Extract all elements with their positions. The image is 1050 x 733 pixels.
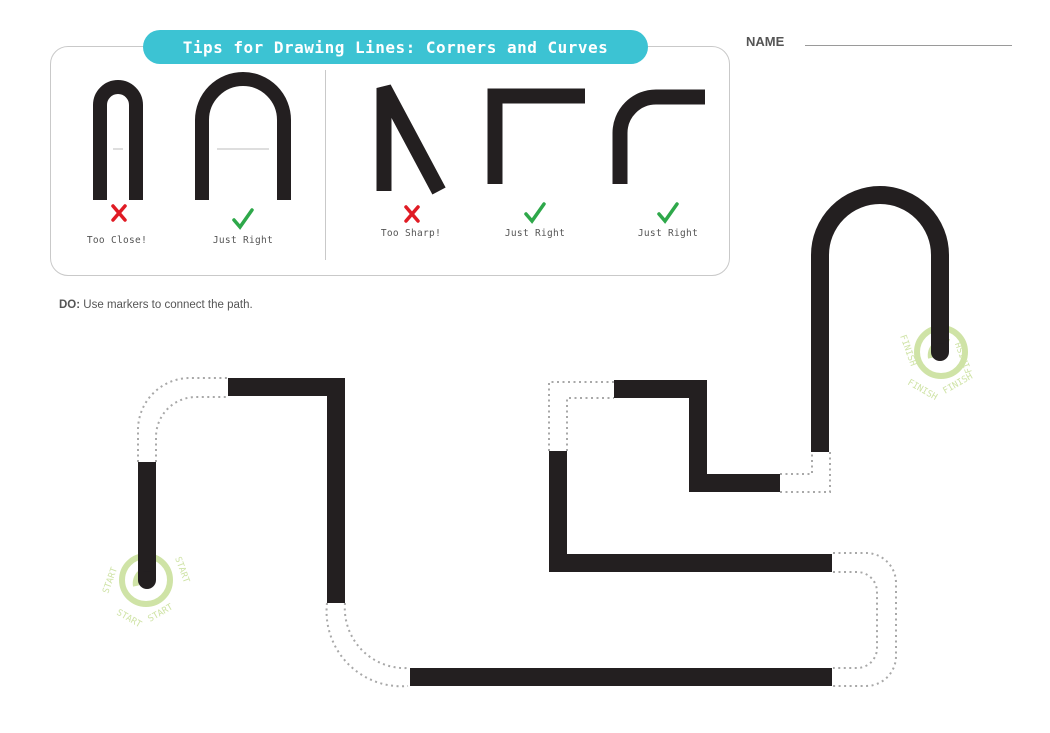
start-label-2: START [172,556,191,585]
start-dot [138,571,156,589]
tracing-path[interactable]: START START START START FINISH FINISH FI… [0,0,1050,733]
dotted-guides [137,377,898,688]
start-label-1: START [101,566,120,595]
finish-label-3: FINISH [906,378,939,403]
finish-dot [931,343,949,361]
start-label-3: START [115,608,144,630]
segment-zigzag [614,380,780,492]
segment-corner-1 [228,378,345,603]
segment-finish-arch [811,186,949,452]
solid-path-segments [138,186,949,686]
